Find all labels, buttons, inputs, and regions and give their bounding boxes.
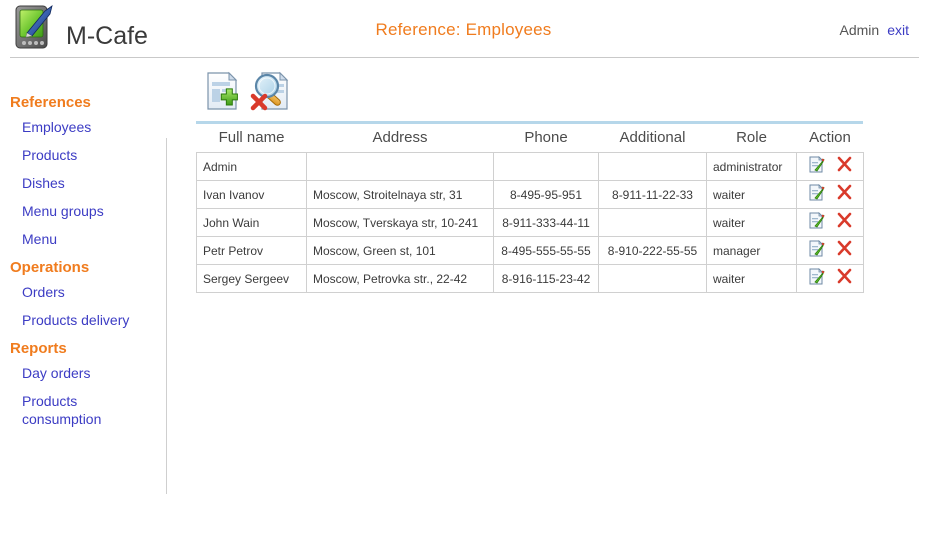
page-title: Reference: Employees — [375, 20, 552, 39]
cell-address: Moscow, Stroitelnaya str, 31 — [306, 180, 494, 209]
cell-phone: 8-495-555-55-55 — [493, 236, 599, 265]
employees-table: Full name Address Phone Additional Role … — [196, 124, 864, 293]
cell-full-name: Sergey Sergeev — [196, 264, 307, 293]
sidebar-item-dishes[interactable]: Dishes — [0, 169, 165, 197]
sidebar-section-operations: Operations — [10, 259, 90, 276]
table-row[interactable]: Ivan Ivanov Moscow, Stroitelnaya str, 31… — [196, 180, 864, 209]
cell-phone: 8-916-115-23-42 — [493, 264, 599, 293]
column-header-phone: Phone — [493, 124, 599, 153]
user-name: Admin — [839, 22, 880, 38]
table-row[interactable]: Petr Petrov Moscow, Green st, 101 8-495-… — [196, 236, 864, 265]
cell-address: Moscow, Petrovka str., 22-42 — [306, 264, 494, 293]
sidebar-item-products[interactable]: Products — [0, 141, 165, 169]
sidebar-item-orders[interactable]: Orders — [0, 278, 165, 306]
sidebar-section-reports: Reports — [10, 340, 67, 357]
delete-row-button[interactable] — [835, 184, 853, 204]
sidebar-divider — [166, 138, 167, 494]
sidebar-item-employees[interactable]: Employees — [0, 113, 165, 141]
table-row[interactable]: John Wain Moscow, Tverskaya str, 10-241 … — [196, 208, 864, 237]
header-divider — [10, 57, 919, 58]
sidebar-item-products-delivery[interactable]: Products delivery — [0, 306, 165, 334]
row-actions — [807, 212, 853, 232]
edit-document-icon — [808, 156, 825, 176]
cell-action — [796, 180, 864, 209]
table-row[interactable]: Sergey Sergeev Moscow, Petrovka str., 22… — [196, 264, 864, 293]
edit-document-icon — [808, 240, 825, 260]
employees-table-container: Full name Address Phone Additional Role … — [196, 121, 864, 293]
cell-role: waiter — [706, 180, 797, 209]
sidebar-item-day-orders[interactable]: Day orders — [0, 359, 165, 387]
edit-document-icon — [808, 212, 825, 232]
cell-additional — [598, 264, 707, 293]
delete-x-icon — [836, 240, 853, 260]
cell-full-name: John Wain — [196, 208, 307, 237]
search-clear-icon — [250, 69, 294, 116]
add-record-button[interactable] — [200, 68, 248, 116]
delete-x-icon — [836, 156, 853, 176]
column-header-action: Action — [796, 124, 864, 153]
sidebar-item-menu-groups[interactable]: Menu groups — [0, 197, 165, 225]
delete-x-icon — [836, 184, 853, 204]
cell-address: Moscow, Green st, 101 — [306, 236, 494, 265]
cell-action — [796, 236, 864, 265]
row-actions — [807, 268, 853, 288]
edit-document-icon — [808, 184, 825, 204]
toolbar — [196, 63, 917, 121]
sidebar-item-menu[interactable]: Menu — [0, 225, 165, 253]
delete-row-button[interactable] — [835, 156, 853, 176]
sidebar-item-products-consumption[interactable]: Products consumption — [0, 387, 140, 433]
edit-document-icon — [808, 268, 825, 288]
cell-full-name: Admin — [196, 152, 307, 181]
delete-row-button[interactable] — [835, 240, 853, 260]
user-box: Admin exit — [840, 22, 909, 38]
cell-full-name: Ivan Ivanov — [196, 180, 307, 209]
cell-additional — [598, 208, 707, 237]
edit-row-button[interactable] — [807, 268, 825, 288]
cell-role: waiter — [706, 208, 797, 237]
edit-row-button[interactable] — [807, 212, 825, 232]
delete-x-icon — [836, 268, 853, 288]
delete-row-button[interactable] — [835, 212, 853, 232]
cell-action — [796, 208, 864, 237]
cell-role: waiter — [706, 264, 797, 293]
cell-phone: 8-495-95-951 — [493, 180, 599, 209]
cell-address: Moscow, Tverskaya str, 10-241 — [306, 208, 494, 237]
table-row[interactable]: Admin administrator — [196, 152, 864, 181]
cell-full-name: Petr Petrov — [196, 236, 307, 265]
add-document-icon — [202, 69, 246, 116]
edit-row-button[interactable] — [807, 156, 825, 176]
cell-action — [796, 152, 864, 181]
main-panel: Full name Address Phone Additional Role … — [196, 63, 917, 293]
cell-role: administrator — [706, 152, 797, 181]
cell-additional — [598, 152, 707, 181]
exit-link[interactable]: exit — [887, 22, 909, 38]
search-button[interactable] — [248, 68, 296, 116]
cell-phone: 8-911-333-44-11 — [493, 208, 599, 237]
sidebar-section-references: References — [10, 94, 91, 111]
cell-additional: 8-910-222-55-55 — [598, 236, 707, 265]
column-header-role: Role — [706, 124, 797, 153]
column-header-address: Address — [306, 124, 494, 153]
column-header-additional: Additional — [598, 124, 707, 153]
column-header-full-name: Full name — [196, 124, 307, 153]
table-header-row: Full name Address Phone Additional Role … — [196, 124, 864, 153]
cell-address — [306, 152, 494, 181]
row-actions — [807, 184, 853, 204]
table-body: Admin administrator Ivan Ivanov Moscow, … — [196, 152, 864, 293]
page-header: M-Cafe Reference: Employees Admin exit — [0, 0, 927, 58]
cell-additional: 8-911-11-22-33 — [598, 180, 707, 209]
sidebar: References Employees Products Dishes Men… — [0, 88, 165, 433]
cell-phone — [493, 152, 599, 181]
edit-row-button[interactable] — [807, 184, 825, 204]
edit-row-button[interactable] — [807, 240, 825, 260]
row-actions — [807, 156, 853, 176]
cell-role: manager — [706, 236, 797, 265]
delete-row-button[interactable] — [835, 268, 853, 288]
row-actions — [807, 240, 853, 260]
delete-x-icon — [836, 212, 853, 232]
cell-action — [796, 264, 864, 293]
